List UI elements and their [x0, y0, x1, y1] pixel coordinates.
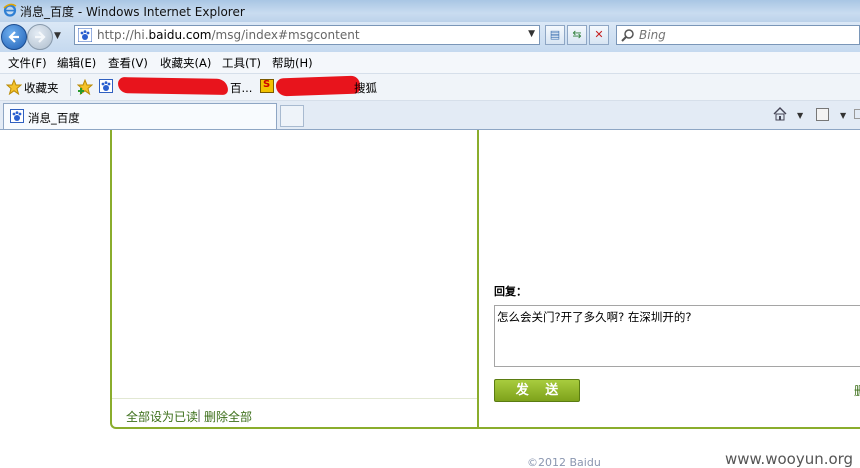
forward-button[interactable] [27, 24, 53, 50]
delete-message-link[interactable]: 删 [854, 382, 860, 399]
back-arrow-icon [8, 31, 19, 43]
baidu-favicon-icon [78, 28, 92, 42]
menu-edit[interactable]: 编辑(E) [57, 55, 96, 71]
favorites-bar: 收藏夹 百... S 搜狐 [0, 74, 860, 101]
back-button[interactable] [1, 24, 27, 50]
message-list-footer: 全部设为已读 | 删除全部 [112, 398, 477, 428]
address-field[interactable]: http://hi.baidu.com/msg/index#msgcontent… [74, 25, 540, 45]
menu-help[interactable]: 帮助(H) [272, 55, 313, 71]
url-prefix: http://hi. [97, 28, 149, 42]
tab-bar: 消息_百度 ▼ ▼ [0, 101, 860, 130]
internet-explorer-icon [3, 3, 17, 17]
reply-textarea[interactable]: 怎么会关门?开了多久啊? 在深圳开的? [494, 305, 860, 367]
baidu-tab-icon [10, 109, 24, 123]
favorite-item-2[interactable]: 搜狐 [354, 80, 377, 96]
redaction-mark [275, 75, 361, 97]
redaction-mark [117, 77, 229, 95]
url-domain: baidu.com [148, 28, 212, 42]
sohu-favorite-icon[interactable]: S [260, 79, 274, 93]
panel-divider [477, 130, 479, 427]
search-input[interactable] [639, 27, 839, 43]
feeds-dropdown-icon[interactable]: ▼ [840, 111, 846, 120]
print-icon[interactable] [854, 109, 860, 119]
stop-button[interactable]: ✕ [589, 25, 609, 45]
home-dropdown-icon[interactable]: ▼ [797, 111, 803, 120]
menu-file[interactable]: 文件(F) [8, 55, 47, 71]
add-to-favorites-icon[interactable] [77, 79, 93, 95]
forward-arrow-icon [35, 31, 46, 43]
reply-label: 回复： [494, 285, 527, 298]
sohu-letter-icon: S [263, 79, 271, 90]
tab-messages[interactable]: 消息_百度 [3, 103, 277, 129]
delete-all-link[interactable]: 删除全部 [204, 408, 252, 425]
favorites-label[interactable]: 收藏夹 [24, 80, 59, 96]
feeds-icon[interactable] [816, 108, 829, 121]
favorites-separator [70, 78, 71, 96]
address-dropdown-icon[interactable]: ▼ [528, 29, 535, 39]
compatibility-page-icon: ▤ [549, 28, 561, 41]
title-bar: 消息_百度 - Windows Internet Explorer [0, 0, 860, 22]
favorites-star-icon[interactable] [6, 79, 22, 95]
refresh-button[interactable]: ⇆ [567, 25, 587, 45]
search-box[interactable] [616, 25, 860, 45]
url-text: http://hi.baidu.com/msg/index#msgcontent [97, 28, 360, 42]
compatibility-view-button[interactable]: ▤ [545, 25, 565, 45]
message-panel [110, 130, 860, 429]
search-icon [621, 29, 634, 42]
navigation-bar: ▼ http://hi.baidu.com/msg/index#msgconte… [0, 22, 860, 52]
tab-label: 消息_百度 [28, 111, 80, 125]
menu-favorites[interactable]: 收藏夹(A) [160, 55, 211, 71]
send-button[interactable]: 发 送 [494, 379, 580, 402]
menu-tools[interactable]: 工具(T) [222, 55, 261, 71]
link-separator: | [197, 408, 202, 422]
url-path: /msg/index#msgcontent [211, 28, 360, 42]
copyright-text: ©2012 Baidu [527, 456, 601, 468]
stop-icon: ✕ [594, 28, 604, 41]
favorite-item-1[interactable]: 百... [230, 80, 252, 96]
page-content: 全部设为已读 | 删除全部 回复： 怎么会关门?开了多久啊? 在深圳开的? 发 … [0, 130, 860, 468]
menu-view[interactable]: 查看(V) [108, 55, 148, 71]
refresh-icon: ⇆ [572, 28, 582, 41]
home-icon[interactable] [772, 106, 788, 122]
baidu-favorite-icon[interactable] [99, 79, 113, 93]
history-dropdown-icon[interactable]: ▼ [54, 31, 61, 41]
window-title: 消息_百度 - Windows Internet Explorer [20, 5, 245, 19]
watermark-text: www.wooyun.org [725, 450, 854, 468]
mark-all-read-link[interactable]: 全部设为已读 [126, 408, 198, 425]
new-tab-button[interactable] [280, 105, 304, 127]
menu-bar: 文件(F) 编辑(E) 查看(V) 收藏夹(A) 工具(T) 帮助(H) [0, 52, 860, 74]
